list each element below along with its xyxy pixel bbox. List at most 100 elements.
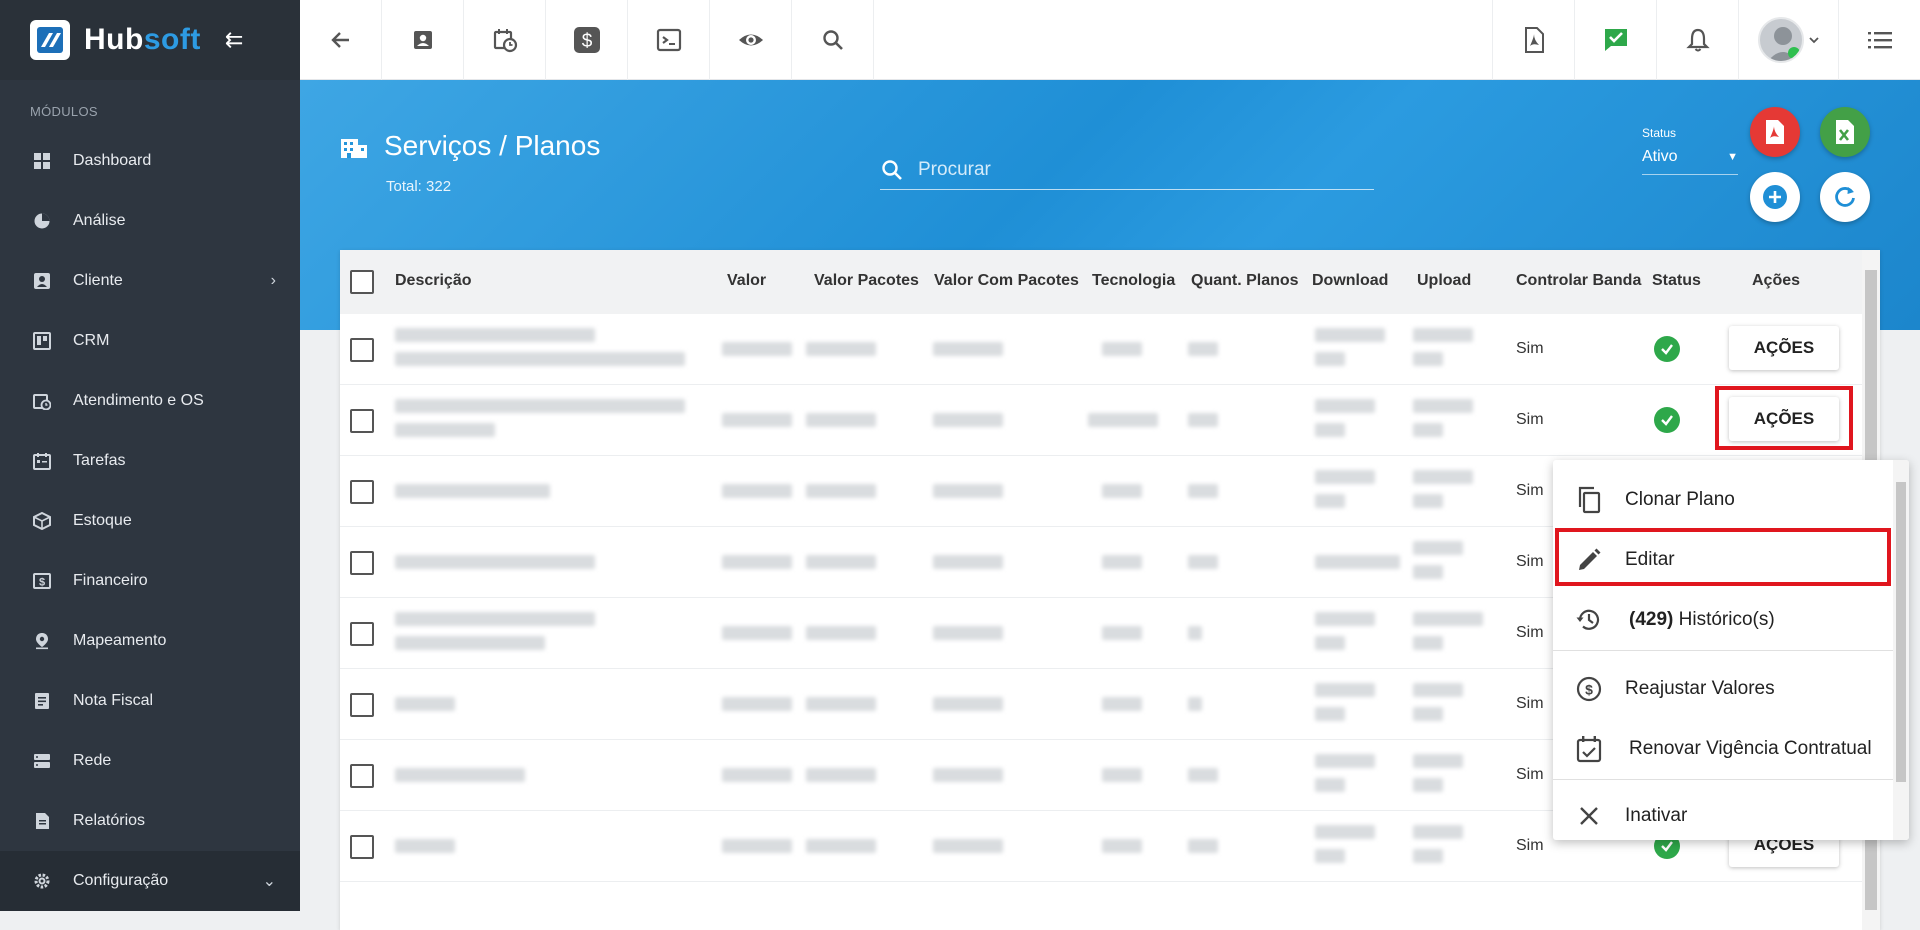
table-row[interactable]: Sim AÇÕES <box>340 314 1880 385</box>
sidebar-item-dashboard[interactable]: Dashboard <box>0 131 300 191</box>
collapse-sidebar-icon[interactable]: ⇇ <box>225 27 243 53</box>
calendar-clock-icon <box>493 29 517 53</box>
controlar-banda-value: Sim <box>1516 411 1544 428</box>
redacted-value <box>1413 849 1443 863</box>
menu-item-historico[interactable]: (429) Histórico(s) <box>1553 590 1909 650</box>
refresh-button[interactable] <box>1820 172 1870 222</box>
sidebar-item-label: Configuração <box>73 872 169 889</box>
arrow-left-icon <box>330 32 349 48</box>
column-header[interactable]: Descrição <box>395 272 472 290</box>
sidebar-item-estoque[interactable]: Estoque <box>0 491 300 551</box>
column-header[interactable]: Controlar Banda <box>1516 272 1641 290</box>
menu-divider <box>1553 650 1909 651</box>
menu-scrollbar-thumb[interactable] <box>1896 482 1906 782</box>
brand-name: Hubsoft <box>84 23 201 56</box>
caret-down-icon: ▼ <box>1727 151 1738 163</box>
redacted-value <box>1413 399 1473 413</box>
column-header[interactable]: Upload <box>1417 272 1471 290</box>
back-button[interactable] <box>300 0 382 80</box>
row-checkbox[interactable] <box>350 764 374 788</box>
chevron-down-icon <box>1808 37 1819 44</box>
export-pdf-button[interactable] <box>1750 107 1800 157</box>
actions-button[interactable]: AÇÕES <box>1729 326 1839 370</box>
redacted-description <box>395 352 685 366</box>
user-menu[interactable] <box>1738 0 1838 80</box>
online-status-dot <box>1787 47 1800 59</box>
service-orders-shortcut-button[interactable] <box>464 0 546 80</box>
controlar-banda-value: Sim <box>1516 340 1544 357</box>
controlar-banda-value: Sim <box>1516 837 1544 854</box>
svg-text:$: $ <box>1585 682 1593 698</box>
menu-item-renovar-vigencia[interactable]: Renovar Vigência Contratual <box>1553 719 1909 779</box>
menu-item-label: Inativar <box>1625 805 1688 826</box>
dashboard-icon <box>34 153 50 169</box>
redacted-value <box>806 697 876 711</box>
row-checkbox[interactable] <box>350 338 374 362</box>
sidebar-item-crm[interactable]: CRM <box>0 311 300 371</box>
notifications-button[interactable] <box>1656 0 1738 80</box>
column-header[interactable]: Quant. Planos <box>1191 272 1299 290</box>
modules-heading: MÓDULOS <box>30 104 98 119</box>
column-header[interactable]: Valor Com Pacotes <box>934 272 1079 290</box>
sidebar-item-analise[interactable]: Análise <box>0 191 300 251</box>
redacted-value <box>1315 707 1345 721</box>
redacted-value <box>806 626 876 640</box>
column-header[interactable]: Tecnologia <box>1092 272 1175 290</box>
sidebar-item-label: CRM <box>73 332 110 349</box>
menu-item-clonar-plano[interactable]: Clonar Plano <box>1553 470 1909 530</box>
redacted-value <box>1315 399 1375 413</box>
search-shortcut-button[interactable] <box>792 0 874 80</box>
redacted-value <box>933 555 1003 569</box>
terminal-shortcut-button[interactable] <box>628 0 710 80</box>
view-shortcut-button[interactable] <box>710 0 792 80</box>
row-checkbox[interactable] <box>350 551 374 575</box>
redacted-value <box>806 839 876 853</box>
add-plan-button[interactable] <box>1750 172 1800 222</box>
row-checkbox[interactable] <box>350 693 374 717</box>
column-header[interactable]: Ações <box>1752 272 1800 290</box>
redacted-value <box>1413 541 1463 555</box>
redacted-value <box>1315 328 1385 342</box>
menu-item-inativar[interactable]: Inativar <box>1553 786 1909 840</box>
clients-shortcut-button[interactable] <box>382 0 464 80</box>
page-title: Serviços / Planos <box>340 130 600 162</box>
row-checkbox[interactable] <box>350 480 374 504</box>
status-filter[interactable]: Status Ativo ▼ <box>1642 126 1738 175</box>
menu-scrollbar[interactable] <box>1893 460 1909 840</box>
calendar-check-icon <box>1575 735 1603 763</box>
export-excel-button[interactable] <box>1820 107 1870 157</box>
sidebar-item-tarefas[interactable]: Tarefas <box>0 431 300 491</box>
column-header[interactable]: Valor Pacotes <box>814 272 919 290</box>
brand-logo[interactable]: Hubsoft ⇇ <box>0 0 300 80</box>
box-icon <box>33 512 51 530</box>
select-all-checkbox[interactable] <box>350 270 374 294</box>
list-menu-button[interactable] <box>1838 0 1920 80</box>
contact-icon <box>34 273 50 289</box>
redacted-value <box>1413 494 1443 508</box>
row-checkbox[interactable] <box>350 622 374 646</box>
tasks-check-button[interactable] <box>1574 0 1656 80</box>
search-input[interactable] <box>916 157 1356 182</box>
menu-item-reajustar-valores[interactable]: $ Reajustar Valores <box>1553 659 1909 719</box>
menu-item-editar[interactable]: Editar <box>1553 528 1909 590</box>
pdf-button[interactable] <box>1492 0 1574 80</box>
status-filter-select[interactable]: Ativo ▼ <box>1642 148 1738 175</box>
sidebar-item-atendimento[interactable]: Atendimento e OS <box>0 371 300 431</box>
sidebar-item-configuracao[interactable]: Configuração ⌄ <box>0 851 300 911</box>
financial-shortcut-button[interactable]: $ <box>546 0 628 80</box>
redacted-value <box>1413 423 1443 437</box>
sidebar-item-rede[interactable]: Rede <box>0 731 300 791</box>
column-header[interactable]: Status <box>1652 272 1701 290</box>
status-filter-label: Status <box>1642 126 1677 140</box>
row-checkbox[interactable] <box>350 835 374 859</box>
row-checkbox[interactable] <box>350 409 374 433</box>
column-header[interactable]: Download <box>1312 272 1388 290</box>
sidebar-item-relatorios[interactable]: Relatórios <box>0 791 300 851</box>
redacted-description <box>395 768 525 782</box>
sidebar-item-nota-fiscal[interactable]: Nota Fiscal <box>0 671 300 731</box>
column-header[interactable]: Valor <box>727 272 766 290</box>
table-row[interactable]: Sim AÇÕES <box>340 385 1880 456</box>
sidebar-item-financeiro[interactable]: $ Financeiro <box>0 551 300 611</box>
sidebar-item-cliente[interactable]: Cliente › <box>0 251 300 311</box>
sidebar-item-mapeamento[interactable]: Mapeamento <box>0 611 300 671</box>
